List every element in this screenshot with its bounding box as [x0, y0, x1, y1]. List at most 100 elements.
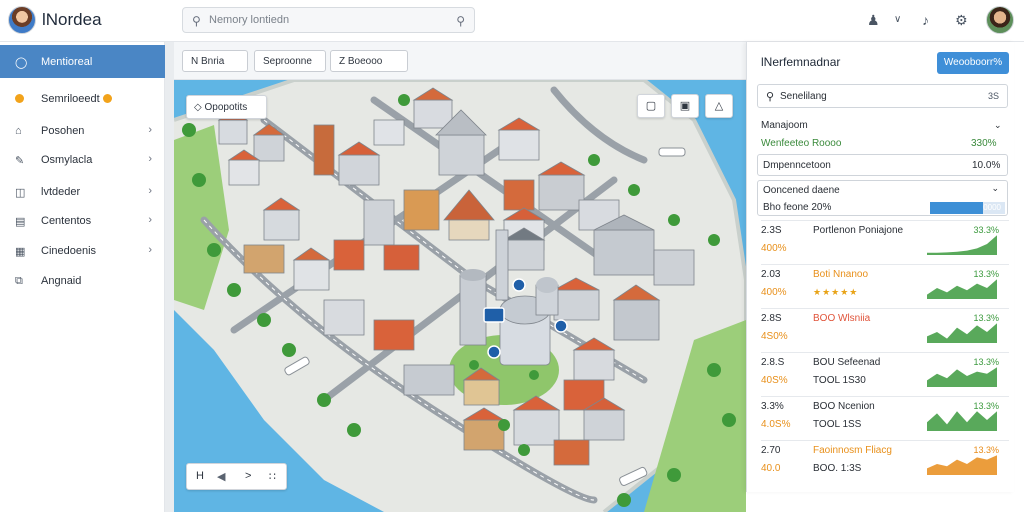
location-icon: ◇	[194, 102, 202, 113]
coin-badge-icon	[102, 94, 112, 103]
search-icon: ⚲	[192, 14, 201, 28]
panel-primary-button[interactable]: Weooboorr%	[937, 52, 1009, 74]
sparkline-chart	[927, 411, 997, 431]
chevron-right-icon: ›	[148, 214, 152, 226]
map-tool-h[interactable]: H	[196, 470, 204, 482]
panel-search[interactable]: ⚲ Senelilang 3S	[757, 84, 1008, 108]
notification-icon[interactable]: ♪	[922, 12, 929, 28]
panel-search-size: 3S	[987, 91, 999, 101]
list-item-value: 2.3S	[761, 225, 782, 236]
list-item-percent: 400%	[761, 243, 787, 254]
sidebar: ◯ Mentioreal Semriloeedt ⌂ Posohen › ✎ O…	[0, 42, 165, 512]
list-item-name: BOU Sefeenad	[813, 357, 881, 368]
progress-bar: 0000	[930, 202, 1005, 214]
list-item[interactable]: 2.03 400% Boti Nnanoo ★★★★★ 13.3%	[761, 264, 1009, 308]
sidebar-item-angnaid[interactable]: ⧉ Angnaid	[0, 266, 165, 296]
list-item[interactable]: 2.8.S 40S% BOU Sefeenad TOOL 1S30 13.3%	[761, 352, 1009, 396]
panel-search-input[interactable]: Senelilang	[780, 91, 827, 102]
list-item-name: Faoinnosm Fliacg	[813, 445, 892, 456]
list-item[interactable]: 2.3S 400% Portlenon Poniajone 33.3%	[761, 220, 1009, 264]
search-input[interactable]: Nemory lontiedn	[209, 14, 289, 26]
terrain-icon: △	[714, 100, 724, 112]
user-icon[interactable]: ♟	[867, 12, 880, 29]
map-terrain-button[interactable]: △	[705, 94, 733, 118]
grid-icon: ▦	[15, 246, 26, 258]
sidebar-item-cententos[interactable]: ▤ Cententos ›	[0, 206, 165, 236]
sparkline-area	[927, 411, 997, 431]
map-tool-grid[interactable]: ∷	[269, 470, 276, 483]
city-map-illustration	[174, 80, 746, 512]
chevron-right-icon: ›	[148, 124, 152, 136]
sparkline-chart	[927, 279, 997, 299]
list-item[interactable]: 2.8S 4S0% BOO Wlsniia 13.3%	[761, 308, 1009, 352]
panel-title: lNerfemnadnar	[761, 55, 841, 69]
map-layers-button[interactable]: ▢	[637, 94, 665, 118]
map-toolbar-button-2[interactable]: Seproonne	[254, 50, 326, 72]
sparkline-area	[927, 455, 997, 475]
map-toolbar-button-3[interactable]: Z Boeooo	[330, 50, 408, 72]
sparkline-area	[927, 323, 997, 343]
search-icon: ⚲	[766, 91, 775, 103]
search-bar[interactable]: ⚲ Nemory lontiedn ⚲	[182, 7, 475, 33]
sidebar-item-posohen[interactable]: ⌂ Posohen ›	[0, 116, 165, 146]
list-item-subtitle: TOOL 1S30	[813, 375, 866, 386]
list-item-name: BOO Wlsniia	[813, 313, 871, 324]
sidebar-item-osmylacla[interactable]: ✎ Osmylacla ›	[0, 145, 165, 175]
coin-icon	[15, 93, 24, 105]
chevron-right-icon: ›	[148, 153, 152, 165]
map-tools: H ◀ > ∷	[186, 463, 287, 490]
list-item-percent: 4S0%	[761, 331, 788, 342]
profile-avatar[interactable]	[986, 6, 1014, 34]
sparkline-chart	[927, 323, 997, 343]
list-item-subtitle: TOOL 1SS	[813, 419, 862, 430]
list-item[interactable]: 3.3% 4.0S% BOO Ncenion TOOL 1SS 13.3%	[761, 396, 1009, 440]
list-item-name: BOO Ncenion	[813, 401, 875, 412]
tag-icon: ⧉	[15, 275, 23, 287]
layers-icon: ▢	[645, 100, 657, 112]
sparkline-chart	[927, 367, 997, 387]
sidebar-scrollbar[interactable]	[165, 42, 174, 512]
sidebar-item-mentioreal[interactable]: ◯ Mentioreal	[0, 45, 165, 78]
image-icon: ▣	[679, 100, 691, 112]
home-icon: ⌂	[15, 125, 22, 137]
settings-icon[interactable]: ⚙	[955, 12, 968, 29]
progress-box[interactable]: Ooncened daene ⌄ Bho feone 20% 0000	[757, 180, 1008, 216]
search-submit-icon[interactable]: ⚲	[456, 14, 465, 28]
list-item[interactable]: 2.70 40.0 Faoinnosm Fliacg BOO. 1:3S 13.3%	[761, 440, 1009, 484]
app-title: lNordea	[42, 10, 102, 29]
stat-box[interactable]: Dmpenncetoon 10.0%	[757, 154, 1008, 176]
stack-icon: ▤	[15, 216, 26, 228]
edit-icon: ✎	[15, 155, 25, 167]
map-view[interactable]: ◇ Opopotits ▢ ▣ △ H ◀ > ∷	[174, 80, 746, 512]
sparkline-chart	[927, 235, 997, 255]
map-tool-back[interactable]: ◀	[217, 470, 225, 483]
list-item-percent: 4.0S%	[761, 419, 791, 430]
sparkline-area	[927, 235, 997, 255]
section-header[interactable]: Manajoom ⌄	[761, 120, 1002, 131]
map-tool-forward[interactable]: >	[245, 470, 251, 482]
map-image-button[interactable]: ▣	[671, 94, 699, 118]
sidebar-item-lvtdeder[interactable]: ◫ lvtdeder ›	[0, 177, 165, 207]
list-item-value: 2.8S	[761, 313, 782, 324]
details-panel: lNerfemnadnar Weooboorr% ⚲ Senelilang 3S…	[746, 42, 1014, 492]
sidebar-item-semriloeedt[interactable]: Semriloeedt	[0, 84, 165, 114]
list-item-percent: 40.0	[761, 463, 781, 474]
map-location-label[interactable]: ◇ Opopotits	[186, 95, 267, 119]
app-logo-avatar	[8, 6, 36, 34]
list-item-name: Portlenon Poniajone	[813, 225, 904, 236]
document-icon: ◫	[15, 187, 26, 199]
list-item-name: Boti Nnanoo	[813, 269, 869, 280]
shield-icon: ◯	[15, 57, 28, 69]
list-item-value: 2.8.S	[761, 357, 785, 368]
map-toolbar-button-1[interactable]: N Bnria	[182, 50, 248, 72]
map-toolbar: N Bnria Seproonne Z Boeooo	[174, 42, 746, 80]
sidebar-item-cinedoenis[interactable]: ▦ Cinedoenis ›	[0, 236, 165, 266]
chevron-down-icon[interactable]: ∨	[894, 14, 901, 25]
sparkline-area	[927, 367, 997, 387]
list-item-value: 2.03	[761, 269, 781, 280]
list-item-value: 3.3%	[761, 401, 784, 412]
sparkline-area	[927, 279, 997, 299]
list-item-percent: 40S%	[761, 375, 788, 386]
list-item-percent: 400%	[761, 287, 787, 298]
chevron-down-icon: ⌄	[991, 183, 999, 193]
